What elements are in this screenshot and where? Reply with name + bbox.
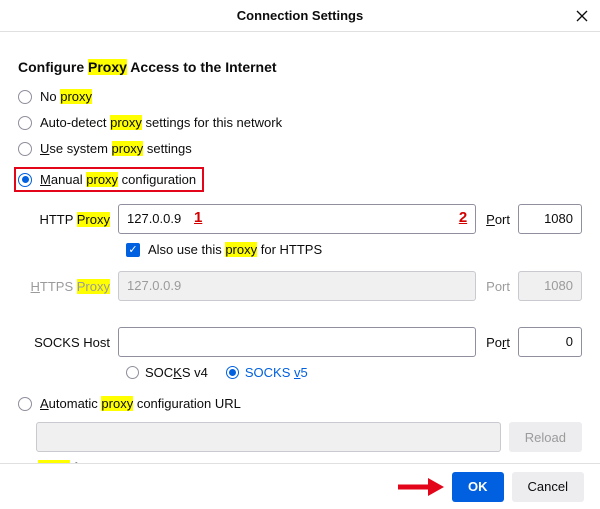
radio-manual-proxy[interactable]: Manual proxy configuration bbox=[40, 172, 196, 187]
radio-label: Use system proxy settings bbox=[40, 141, 192, 156]
radio-auto-config-url[interactable]: Automatic proxy configuration URL bbox=[18, 396, 582, 411]
pac-url-input bbox=[36, 422, 501, 452]
ok-button[interactable]: OK bbox=[452, 472, 504, 502]
radio-icon bbox=[18, 90, 32, 104]
http-proxy-row: HTTP Proxy 127.0.0.9 1 2 Port 1080 bbox=[18, 204, 582, 234]
radio-icon bbox=[18, 116, 32, 130]
close-icon bbox=[576, 10, 588, 22]
radio-icon[interactable] bbox=[18, 173, 32, 187]
dialog-titlebar: Connection Settings bbox=[0, 0, 600, 32]
https-port-label: Port bbox=[476, 279, 518, 294]
annotation-arrow-icon bbox=[396, 476, 444, 498]
radio-label: Auto-detect proxy settings for this netw… bbox=[40, 115, 282, 130]
https-proxy-host-input: 127.0.0.9 bbox=[118, 271, 476, 301]
radio-socks-v5[interactable]: SOCKS v5 bbox=[226, 365, 308, 380]
annotation-marker-2: 2 bbox=[459, 209, 467, 226]
http-proxy-label: HTTP Proxy bbox=[18, 212, 118, 227]
radio-icon bbox=[126, 366, 139, 379]
https-proxy-row: HTTPS Proxy 127.0.0.9 Port 1080 bbox=[18, 271, 582, 301]
radio-label: No proxy bbox=[40, 89, 92, 104]
reload-button: Reload bbox=[509, 422, 582, 452]
socks-host-input[interactable] bbox=[118, 327, 476, 357]
https-proxy-port-input: 1080 bbox=[518, 271, 582, 301]
close-button[interactable] bbox=[570, 4, 594, 28]
socks-version-group: SOCKS v4 SOCKS v5 bbox=[126, 365, 582, 380]
radio-auto-detect[interactable]: Auto-detect proxy settings for this netw… bbox=[18, 115, 582, 130]
radio-icon bbox=[18, 142, 32, 156]
radio-no-proxy[interactable]: No proxy bbox=[18, 89, 582, 104]
socks-port-input[interactable]: 0 bbox=[518, 327, 582, 357]
radio-socks-v4[interactable]: SOCKS v4 bbox=[126, 365, 208, 380]
socks-host-row: SOCKS Host Port 0 bbox=[18, 327, 582, 357]
socks-port-label: Port bbox=[476, 335, 518, 350]
http-proxy-host-input[interactable]: 127.0.0.9 1 2 bbox=[118, 204, 476, 234]
radio-system-proxy[interactable]: Use system proxy settings bbox=[18, 141, 582, 156]
dialog-title: Connection Settings bbox=[237, 8, 363, 23]
http-proxy-port-input[interactable]: 1080 bbox=[518, 204, 582, 234]
highlight-box-manual: Manual proxy configuration bbox=[14, 167, 204, 192]
checkbox-checked-icon: ✓ bbox=[126, 243, 140, 257]
radio-icon bbox=[226, 366, 239, 379]
section-heading: Configure Proxy Access to the Internet bbox=[18, 59, 582, 75]
cancel-button[interactable]: Cancel bbox=[512, 472, 584, 502]
also-https-label: Also use this proxy for HTTPS bbox=[148, 242, 322, 257]
also-https-checkbox-row[interactable]: ✓ Also use this proxy for HTTPS bbox=[126, 242, 582, 257]
radio-icon bbox=[18, 397, 32, 411]
dialog-footer: OK Cancel bbox=[0, 463, 600, 509]
socks-host-label: SOCKS Host bbox=[18, 335, 118, 350]
pac-url-row: Reload bbox=[36, 422, 582, 452]
annotation-marker-1: 1 bbox=[194, 209, 202, 226]
https-proxy-label: HTTPS Proxy bbox=[18, 279, 118, 294]
dialog-content[interactable]: Configure Proxy Access to the Internet N… bbox=[0, 33, 600, 463]
http-port-label: Port bbox=[476, 212, 518, 227]
radio-label: Automatic proxy configuration URL bbox=[40, 396, 241, 411]
